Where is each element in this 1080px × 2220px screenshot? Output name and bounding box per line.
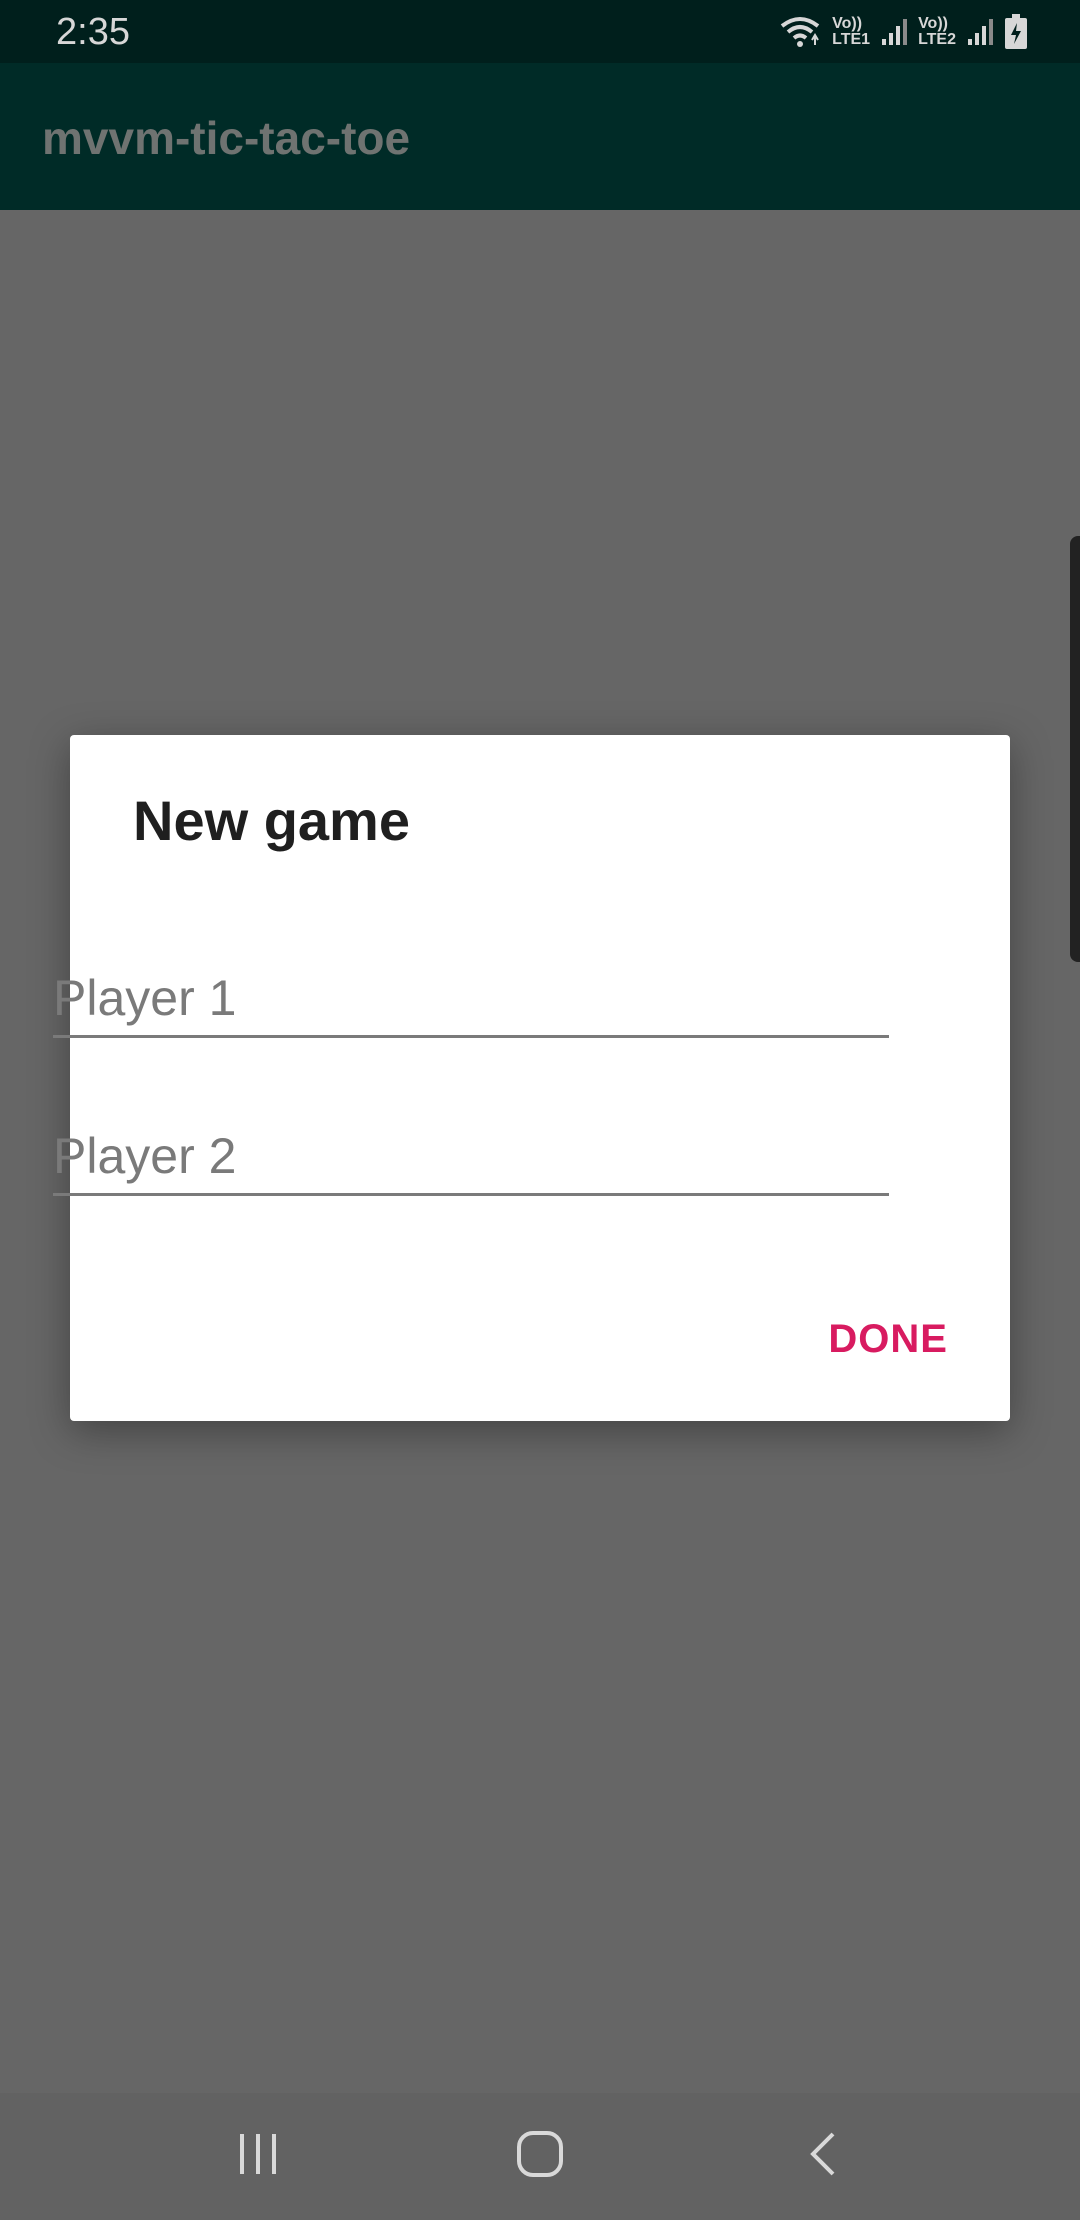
wifi-icon xyxy=(778,14,822,50)
signal-icon xyxy=(880,17,908,47)
player2-field[interactable] xyxy=(53,1113,889,1196)
sim2-volte-label: Vo)) xyxy=(918,15,948,32)
player1-input[interactable] xyxy=(53,969,889,1027)
recents-button[interactable] xyxy=(198,2093,318,2220)
sim2-lte-label: LTE2 xyxy=(918,31,956,48)
back-button[interactable] xyxy=(762,2093,882,2220)
app-title: mvvm-tic-tac-toe xyxy=(42,112,411,164)
new-game-dialog: New game DONE xyxy=(70,735,1010,1421)
navigation-bar xyxy=(0,2093,1080,2220)
battery-charging-icon xyxy=(1004,14,1028,50)
sim1-label: Vo)) LTE1 xyxy=(832,16,870,48)
done-button[interactable]: DONE xyxy=(828,1315,948,1363)
signal-icon xyxy=(966,17,994,47)
dialog-title: New game xyxy=(133,789,410,852)
status-time: 2:35 xyxy=(56,11,130,53)
edge-panel-handle[interactable] xyxy=(1070,536,1080,962)
recents-icon xyxy=(234,2132,282,2181)
sim1-lte-label: LTE1 xyxy=(832,31,871,48)
app-bar: mvvm-tic-tac-toe xyxy=(0,63,1080,210)
player1-field[interactable] xyxy=(53,955,889,1038)
status-icons: Vo)) LTE1 Vo)) LTE2 xyxy=(778,10,1028,54)
sim1-volte-label: Vo)) xyxy=(832,15,863,32)
status-bar: 2:35 Vo)) LTE1 Vo)) LTE2 xyxy=(0,0,1080,63)
sim2-label: Vo)) LTE2 xyxy=(918,16,956,48)
player2-input[interactable] xyxy=(53,1127,889,1185)
back-icon xyxy=(805,2130,839,2183)
home-button[interactable] xyxy=(480,2093,600,2220)
home-icon xyxy=(515,2129,565,2184)
